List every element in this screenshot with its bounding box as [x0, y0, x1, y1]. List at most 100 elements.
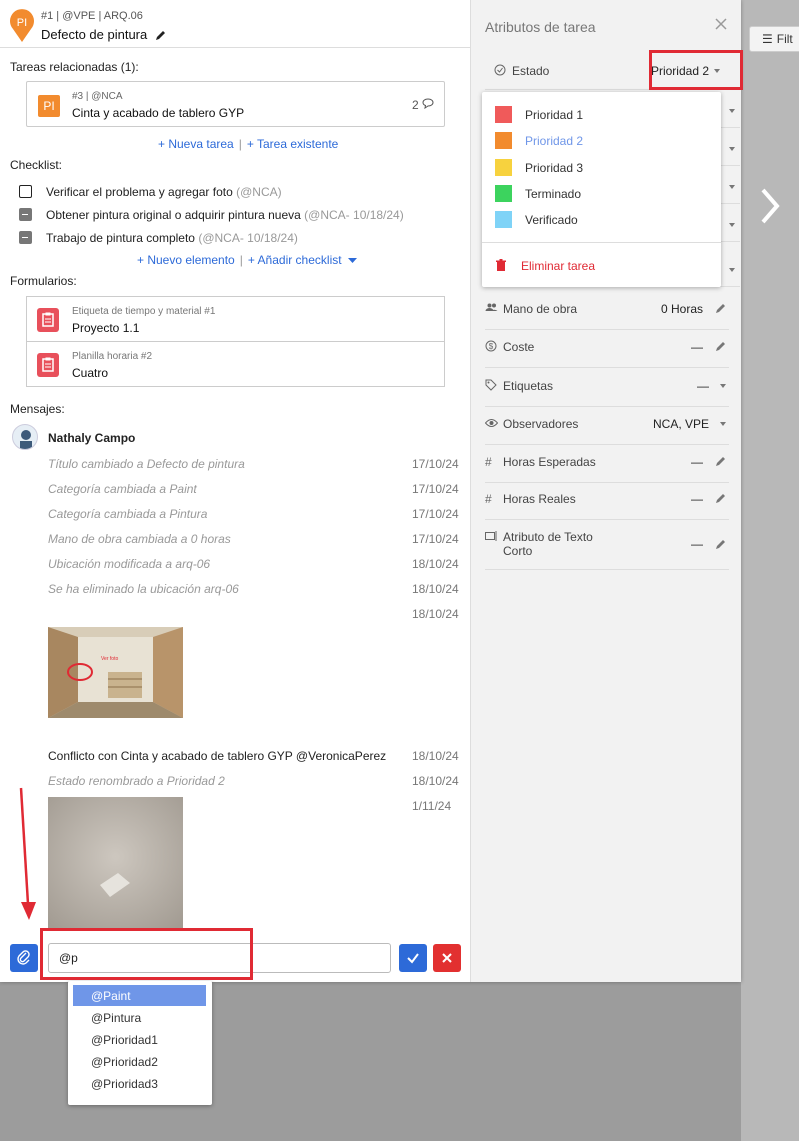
message-date: 17/10/24: [412, 482, 459, 496]
clipboard-icon: [37, 308, 59, 332]
pencil-icon[interactable]: [715, 538, 727, 553]
form-card[interactable]: Planilla horaria #2 Cuatro: [26, 341, 445, 387]
mention-option[interactable]: @Prioridad1: [73, 1029, 206, 1050]
mention-option[interactable]: @Pintura: [73, 1007, 206, 1028]
color-swatch: [495, 159, 512, 176]
filter-button[interactable]: ☰ Filt: [749, 26, 799, 52]
attr-label: Atributo de Texto Corto: [503, 530, 593, 558]
related-task-card[interactable]: PI #3 | @NCA Cinta y acabado de tablero …: [26, 81, 445, 127]
svg-text:Ver foto: Ver foto: [101, 656, 118, 662]
form-meta: Planilla horaria #2: [72, 351, 153, 362]
attr-row[interactable]: Observadores NCA, VPE: [484, 417, 729, 445]
attributes-title: Atributos de tarea: [485, 19, 596, 35]
close-icon[interactable]: [714, 17, 728, 34]
form-meta: Etiqueta de tiempo y material #1: [72, 306, 216, 317]
comment-count-value: 2: [411, 98, 419, 112]
attach-button[interactable]: [10, 944, 38, 972]
message-date: 18/10/24: [412, 749, 459, 763]
close-icon: [442, 953, 452, 963]
message-date: 18/10/24: [412, 582, 459, 596]
checklist-item[interactable]: Trabajo de pintura completo (@NCA- 10/18…: [19, 231, 298, 245]
task-meta: #1 | @VPE | ARQ.06: [41, 10, 143, 22]
caret-down-icon: [729, 185, 735, 189]
pencil-icon[interactable]: [715, 340, 727, 355]
task-title[interactable]: Defecto de pintura: [41, 27, 167, 44]
forms-label: Formularios:: [10, 274, 77, 288]
status-option[interactable]: Prioridad 1: [495, 106, 583, 123]
message-text: Categoría cambiada a Pintura: [48, 507, 208, 521]
status-option[interactable]: Verificado: [495, 211, 578, 228]
filter-label: Filt: [776, 32, 793, 46]
delete-task-button[interactable]: Eliminar tarea: [495, 259, 595, 273]
checklist-links: + Nuevo elemento | + Añadir checklist: [137, 253, 357, 267]
attr-value: —: [691, 340, 703, 354]
attr-row[interactable]: Etiquetas —: [485, 379, 729, 407]
highlight-box: [649, 50, 743, 90]
attr-row[interactable]: # Horas Esperadas —: [485, 455, 729, 483]
message-photo[interactable]: [48, 797, 183, 930]
attr-value: NCA, VPE: [652, 417, 709, 431]
checkbox-partial[interactable]: [19, 208, 32, 221]
pencil-icon[interactable]: [715, 302, 727, 317]
related-task-meta: #3 | @NCA: [72, 91, 123, 102]
message-text: Estado renombrado a Prioridad 2: [48, 774, 225, 788]
status-option[interactable]: Terminado: [495, 185, 581, 202]
pencil-icon[interactable]: [715, 455, 727, 470]
checklist-item[interactable]: Obtener pintura original o adquirir pint…: [19, 208, 404, 222]
tag-icon: [485, 379, 497, 394]
checkbox-partial[interactable]: [19, 231, 32, 244]
color-swatch: [495, 106, 512, 123]
attr-row[interactable]: # Horas Reales —: [485, 492, 729, 520]
attr-row[interactable]: $ Coste —: [485, 340, 729, 368]
avatar: [12, 424, 38, 450]
caret-down-icon: [729, 223, 735, 227]
attr-value: —: [691, 455, 703, 469]
attr-label: Horas Esperadas: [503, 455, 596, 469]
attr-value: —: [691, 537, 703, 551]
checklist-item[interactable]: Verificar el problema y agregar foto (@N…: [19, 185, 282, 199]
mention-option[interactable]: @Prioridad3: [73, 1073, 206, 1094]
pencil-icon[interactable]: [715, 492, 727, 507]
mention-option-active[interactable]: @Paint: [73, 985, 206, 1006]
new-task-link[interactable]: + Nueva tarea: [158, 137, 234, 151]
next-arrow-icon[interactable]: [757, 186, 783, 229]
attr-label: Mano de obra: [503, 302, 578, 316]
dollar-icon: $: [485, 340, 497, 355]
mention-option[interactable]: @Prioridad2: [73, 1051, 206, 1072]
color-swatch: [495, 132, 512, 149]
attr-label: Estado: [512, 64, 550, 78]
submit-comment-button[interactable]: [399, 944, 427, 972]
add-checklist-link[interactable]: + Añadir checklist: [248, 253, 342, 267]
caret-down-icon[interactable]: [720, 422, 726, 426]
status-option-selected[interactable]: Prioridad 2: [495, 132, 583, 149]
message-date: 18/10/24: [412, 607, 459, 621]
cancel-comment-button[interactable]: [433, 944, 461, 972]
attr-value: 0 Horas: [660, 302, 703, 316]
checkbox-unchecked[interactable]: [19, 185, 32, 198]
svg-text:PI: PI: [17, 17, 27, 29]
form-card[interactable]: Etiqueta de tiempo y material #1 Proyect…: [26, 296, 445, 342]
existing-task-link[interactable]: + Tarea existente: [247, 137, 339, 151]
comment-icon: [422, 98, 434, 110]
caret-down-icon[interactable]: [720, 384, 726, 388]
caret-down-icon[interactable]: [347, 258, 357, 264]
form-title: Cuatro: [72, 366, 109, 380]
hidden-attr-row: [720, 286, 740, 287]
attr-row[interactable]: Mano de obra 0 Horas: [485, 302, 729, 330]
mention-dropdown: @Paint @Pintura @Prioridad1 @Prioridad2 …: [68, 981, 212, 1105]
attr-row[interactable]: Atributo de Texto Corto —: [485, 530, 729, 570]
background-app: [741, 0, 799, 1141]
edit-title-icon[interactable]: [155, 29, 167, 44]
attr-label: Etiquetas: [503, 379, 554, 393]
message-date: 1/11/24: [412, 799, 452, 813]
message-text: Mano de obra cambiada a 0 horas: [48, 532, 231, 546]
attr-value: —: [691, 492, 703, 506]
caret-down-icon: [729, 147, 735, 151]
caret-down-icon: [729, 109, 735, 113]
hidden-attr-row: [720, 127, 740, 128]
message-date: 18/10/24: [412, 557, 459, 571]
clipboard-icon: [37, 353, 59, 377]
status-option[interactable]: Prioridad 3: [495, 159, 583, 176]
message-photo[interactable]: Ver foto: [48, 627, 183, 718]
new-item-link[interactable]: + Nuevo elemento: [137, 253, 235, 267]
